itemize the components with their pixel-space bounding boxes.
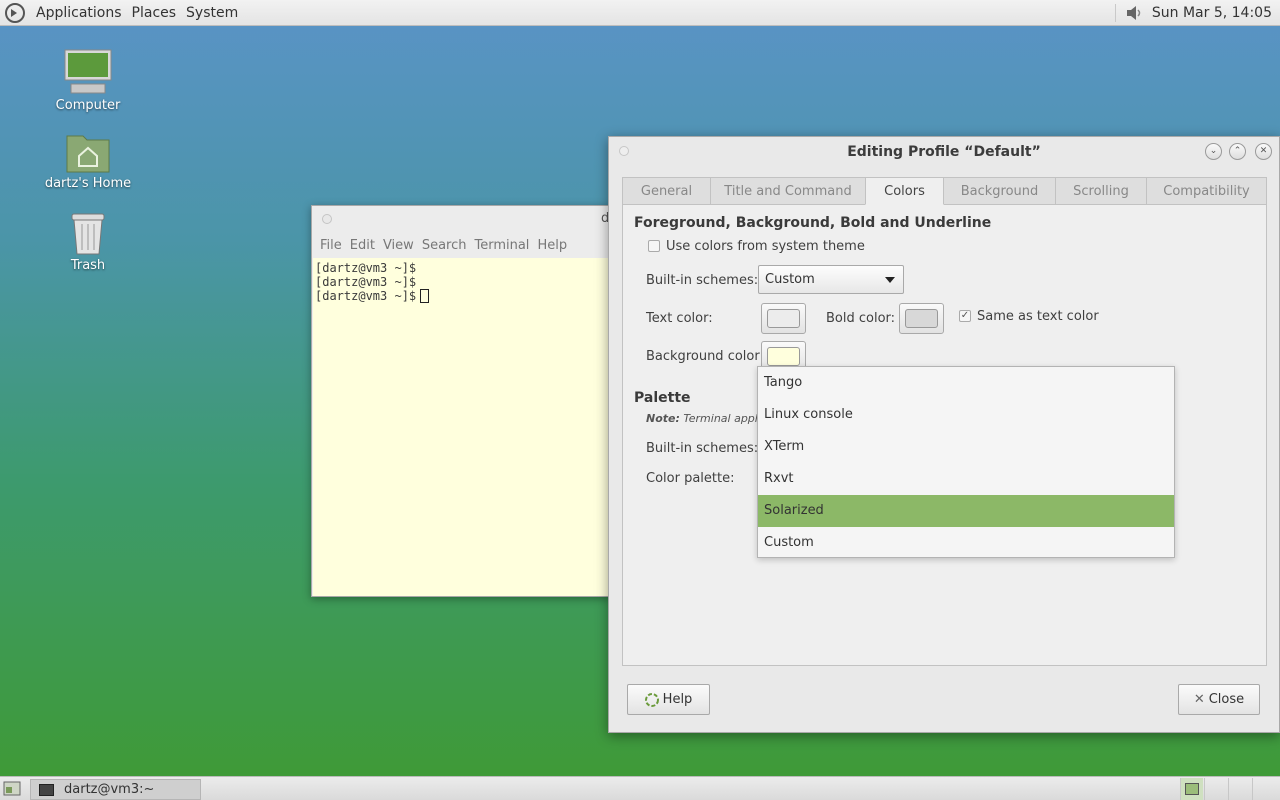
bold-color-swatch (905, 309, 938, 328)
terminal-menu-search[interactable]: Search (418, 238, 471, 253)
workspace-3[interactable] (1228, 778, 1251, 800)
schemes-dropdown-list[interactable]: Tango Linux console XTerm Rxvt Solarized… (757, 366, 1175, 558)
top-panel-tray: Sun Mar 5, 14:05 (1114, 0, 1272, 26)
chevron-down-icon (885, 277, 895, 283)
dropdown-option-xterm[interactable]: XTerm (758, 431, 1174, 463)
tab-general[interactable]: General (622, 177, 711, 205)
dialog-titlebar[interactable]: Editing Profile “Default” ⌄ ⌃ ✕ (609, 137, 1279, 167)
desktop-icon-computer[interactable]: Computer (33, 48, 143, 113)
top-panel: Applications Places System Sun Mar 5, 14… (0, 0, 1280, 26)
builtin-schemes-combo[interactable]: Custom (758, 265, 904, 294)
desktop-icon-label: Trash (70, 258, 106, 273)
palette-builtin-label: Built-in schemes: (646, 441, 759, 456)
desktop-icon-label: dartz's Home (44, 176, 132, 191)
workspace-1[interactable] (1180, 778, 1203, 800)
background-color-swatch (767, 347, 800, 366)
maximize-button[interactable]: ⌃ (1229, 143, 1246, 160)
help-icon (644, 692, 659, 707)
volume-icon[interactable] (1124, 3, 1144, 23)
terminal-line: [dartz@vm3 ~]$ (315, 261, 417, 275)
help-button[interactable]: Help (627, 684, 710, 715)
clock[interactable]: Sun Mar 5, 14:05 (1152, 5, 1272, 21)
tab-background[interactable]: Background (943, 177, 1056, 205)
tab-compatibility[interactable]: Compatibility (1146, 177, 1267, 205)
same-as-text-label: Same as text color (977, 309, 1099, 324)
builtin-schemes-label: Built-in schemes: (646, 273, 759, 288)
tab-scrolling[interactable]: Scrolling (1055, 177, 1147, 205)
dropdown-option-rxvt[interactable]: Rxvt (758, 463, 1174, 495)
computer-icon (64, 49, 112, 94)
fg-section-heading: Foreground, Background, Bold and Underli… (634, 215, 992, 231)
dropdown-option-custom[interactable]: Custom (758, 527, 1174, 559)
text-color-button[interactable] (761, 303, 806, 334)
tab-colors[interactable]: Colors (865, 177, 944, 205)
close-window-button[interactable]: ✕ (1255, 143, 1272, 160)
dropdown-option-linux-console[interactable]: Linux console (758, 399, 1174, 431)
terminal-line: [dartz@vm3 ~]$ (315, 289, 417, 303)
terminal-menu-help[interactable]: Help (533, 238, 571, 253)
trash-icon (71, 213, 105, 255)
terminal-cursor (420, 289, 430, 303)
system-menu[interactable]: System (181, 5, 243, 21)
terminal-window[interactable]: d File Edit View Search Terminal Help [d… (311, 205, 611, 597)
builtin-schemes-value: Custom (765, 272, 815, 287)
dropdown-option-solarized[interactable]: Solarized (758, 495, 1174, 527)
tray-separator (1114, 4, 1116, 22)
home-folder-icon (66, 135, 110, 173)
profile-tabs: General Title and Command Colors Backgro… (622, 177, 1267, 205)
window-menu-button[interactable] (322, 214, 332, 224)
palette-note-bold: Note: (646, 412, 680, 425)
workspace-2[interactable] (1204, 778, 1227, 800)
minimize-button[interactable]: ⌄ (1205, 143, 1222, 160)
desktop-icon-home[interactable]: dartz's Home (33, 130, 143, 191)
workspace-4[interactable] (1252, 778, 1275, 800)
taskbar-item-terminal[interactable]: dartz@vm3:~ (30, 779, 201, 800)
terminal-menu-file[interactable]: File (316, 238, 346, 253)
desktop-icon-label: Computer (55, 98, 121, 113)
dialog-title: Editing Profile “Default” (847, 144, 1041, 160)
terminal-menu-view[interactable]: View (379, 238, 418, 253)
mate-logo-icon[interactable] (4, 2, 26, 24)
tab-title-and-command[interactable]: Title and Command (710, 177, 866, 205)
help-button-label: Help (662, 692, 693, 707)
bold-color-label: Bold color: (826, 311, 896, 326)
taskbar-item-label: dartz@vm3:~ (64, 782, 155, 797)
terminal-line: [dartz@vm3 ~]$ (315, 275, 417, 289)
background-color-label: Background color: (646, 349, 764, 364)
terminal-menubar: File Edit View Search Terminal Help (312, 232, 610, 258)
terminal-menu-edit[interactable]: Edit (346, 238, 379, 253)
close-icon: ✕ (1193, 692, 1205, 707)
desktop-icon-trash[interactable]: Trash (33, 210, 143, 273)
dropdown-option-tango[interactable]: Tango (758, 367, 1174, 399)
terminal-icon (39, 783, 54, 796)
show-desktop-icon[interactable] (3, 781, 21, 797)
palette-heading: Palette (634, 390, 691, 406)
terminal-menu-terminal[interactable]: Terminal (470, 238, 533, 253)
same-as-text-checkbox[interactable]: ✓ (959, 310, 971, 322)
use-system-colors-label: Use colors from system theme (666, 239, 865, 254)
terminal-titlebar[interactable]: d (312, 206, 610, 232)
workspace-window-thumb (1185, 783, 1199, 795)
bottom-panel: dartz@vm3:~ (0, 776, 1280, 800)
use-system-colors-checkbox[interactable] (648, 240, 660, 252)
close-button-label: Close (1208, 692, 1245, 707)
terminal-output[interactable]: [dartz@vm3 ~]$ [dartz@vm3 ~]$ [dartz@vm3… (313, 258, 610, 596)
applications-menu[interactable]: Applications (31, 5, 127, 21)
color-palette-label: Color palette: (646, 471, 735, 486)
close-button[interactable]: ✕ Close (1178, 684, 1260, 715)
places-menu[interactable]: Places (127, 5, 182, 21)
text-color-label: Text color: (646, 311, 713, 326)
bold-color-button[interactable] (899, 303, 944, 334)
text-color-swatch (767, 309, 800, 328)
